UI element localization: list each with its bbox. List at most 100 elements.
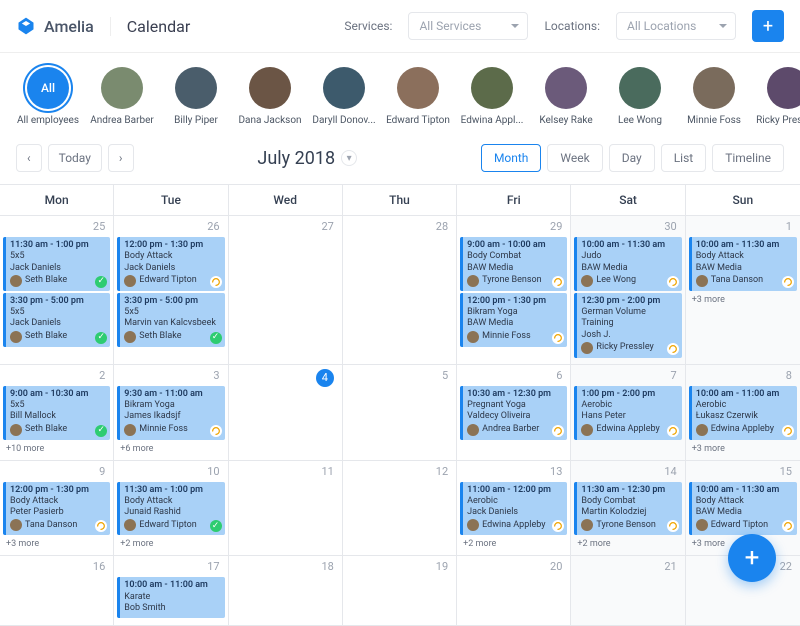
pending-icon [552, 276, 564, 288]
day-number: 5 [345, 367, 454, 386]
day-cell[interactable]: 2511:30 am - 1:00 pm5x5Jack DanielsSeth … [0, 216, 114, 365]
appointment-service: 5x5 [10, 307, 106, 318]
day-cell[interactable]: 110:00 am - 11:30 amBody AttackBAW Media… [686, 216, 800, 365]
more-link[interactable]: +2 more [573, 537, 682, 551]
prev-button[interactable]: ‹ [16, 144, 42, 172]
avatar [124, 275, 136, 287]
check-icon: ✓ [95, 276, 107, 288]
appointment-time: 12:00 pm - 1:30 pm [124, 240, 220, 251]
more-link[interactable]: +2 more [116, 537, 225, 551]
more-link[interactable]: +2 more [459, 537, 568, 551]
day-cell[interactable]: 16 [0, 556, 114, 626]
services-dropdown[interactable]: All Services [408, 12, 528, 40]
today-button[interactable]: Today [48, 144, 102, 172]
appointment[interactable]: 1:00 pm - 2:00 pmAerobicHans PeterEdwina… [574, 386, 681, 440]
appointment[interactable]: 12:00 pm - 1:30 pmBody AttackPeter Pasie… [3, 482, 110, 536]
view-timeline[interactable]: Timeline [712, 144, 784, 172]
appointment[interactable]: 11:00 am - 12:00 pmAerobicJack DanielsEd… [460, 482, 567, 536]
day-cell[interactable]: 1311:00 am - 12:00 pmAerobicJack Daniels… [457, 461, 571, 557]
add-button[interactable]: + [752, 10, 784, 42]
topbar: Amelia Calendar Services: All Services L… [0, 0, 800, 53]
day-cell[interactable]: 4 [229, 365, 343, 461]
day-cell[interactable]: 299:00 am - 10:00 amBody CombatBAW Media… [457, 216, 571, 365]
employee-filter[interactable]: Billy Piper [164, 67, 228, 126]
day-cell[interactable]: 3010:00 am - 11:30 amJudoBAW MediaLee Wo… [571, 216, 685, 365]
appointment[interactable]: 12:30 pm - 2:00 pmGerman Volume Training… [574, 293, 681, 358]
avatar [767, 67, 800, 109]
avatar [124, 519, 136, 531]
pending-icon [782, 520, 794, 532]
employee-filter[interactable]: Ricky Pressley [756, 67, 800, 126]
appointment[interactable]: 10:30 am - 12:30 pmPregnant YogaValdecy … [460, 386, 567, 440]
day-cell[interactable]: 912:00 pm - 1:30 pmBody AttackPeter Pasi… [0, 461, 114, 557]
appointment-time: 10:00 am - 11:30 am [581, 240, 677, 251]
day-cell[interactable]: 29:00 am - 10:30 am5x5Bill MallockSeth B… [0, 365, 114, 461]
view-list[interactable]: List [661, 144, 707, 172]
day-number: 15 [688, 463, 798, 482]
appointment[interactable]: 12:00 pm - 1:30 pmBikram YogaBAW MediaMi… [460, 293, 567, 347]
employee-filter[interactable]: Kelsey Rake [534, 67, 598, 126]
current-period[interactable]: July 2018 ▾ [134, 148, 481, 169]
appointment[interactable]: 9:30 am - 11:00 amBikram YogaJames Ikads… [117, 386, 224, 440]
day-cell[interactable]: 12 [343, 461, 457, 557]
day-cell[interactable]: 11 [229, 461, 343, 557]
employee-filter[interactable]: Edwina Appl... [460, 67, 524, 126]
fab-add-appointment[interactable]: + [728, 534, 776, 582]
more-link[interactable]: +6 more [116, 442, 225, 456]
appointment[interactable]: 10:00 am - 11:00 amKarateBob Smith [117, 577, 224, 618]
day-cell[interactable]: 2612:00 pm - 1:30 pmBody AttackJack Dani… [114, 216, 228, 365]
day-cell[interactable]: 610:30 am - 12:30 pmPregnant YogaValdecy… [457, 365, 571, 461]
appointment-service: 5x5 [10, 400, 106, 411]
employee-filter[interactable]: Daryll Donov... [312, 67, 376, 126]
view-week[interactable]: Week [547, 144, 602, 172]
appointment[interactable]: 10:00 am - 11:00 amAerobicŁukasz Czerwik… [689, 386, 797, 440]
appointment[interactable]: 11:30 am - 12:30 pmBody CombatMartin Kol… [574, 482, 681, 536]
day-cell[interactable]: 1710:00 am - 11:00 amKarateBob Smith [114, 556, 228, 626]
more-link[interactable]: +10 more [2, 442, 111, 456]
employee-filter[interactable]: Minnie Foss [682, 67, 746, 126]
employee-filter[interactable]: AllAll employees [16, 67, 80, 126]
avatar-all: All [27, 67, 69, 109]
brand-logo[interactable]: Amelia [16, 16, 94, 36]
appointment-employee: Seth Blake [139, 331, 181, 342]
more-link[interactable]: +3 more [688, 442, 798, 456]
appointment[interactable]: 9:00 am - 10:00 amBody CombatBAW MediaTy… [460, 237, 567, 291]
day-cell[interactable]: 20 [457, 556, 571, 626]
appointment[interactable]: 3:30 pm - 5:00 pm5x5Jack DanielsSeth Bla… [3, 293, 110, 347]
day-cell[interactable]: 1011:30 am - 1:00 pmBody AttackJunaid Ra… [114, 461, 228, 557]
more-link[interactable]: +3 more [688, 293, 798, 307]
appointment[interactable]: 3:30 pm - 5:00 pm5x5Marvin van Kalcvsbee… [117, 293, 224, 347]
next-button[interactable]: › [108, 144, 134, 172]
appointment[interactable]: 11:30 am - 1:00 pm5x5Jack DanielsSeth Bl… [3, 237, 110, 291]
page-title: Calendar [110, 17, 190, 36]
employee-filter[interactable]: Lee Wong [608, 67, 672, 126]
appointment[interactable]: 10:00 am - 11:30 amBody AttackBAW MediaE… [689, 482, 797, 536]
day-cell[interactable]: 810:00 am - 11:00 amAerobicŁukasz Czerwi… [686, 365, 800, 461]
day-cell[interactable]: 71:00 pm - 2:00 pmAerobicHans PeterEdwin… [571, 365, 685, 461]
day-cell[interactable]: 1411:30 am - 12:30 pmBody CombatMartin K… [571, 461, 685, 557]
view-month[interactable]: Month [481, 144, 541, 172]
day-cell[interactable]: 18 [229, 556, 343, 626]
locations-dropdown[interactable]: All Locations [616, 12, 736, 40]
employee-filter[interactable]: Edward Tipton [386, 67, 450, 126]
employee-filter[interactable]: Dana Jackson [238, 67, 302, 126]
employee-filter[interactable]: Andrea Barber [90, 67, 154, 126]
appointment-time: 3:30 pm - 5:00 pm [10, 296, 106, 307]
more-link[interactable]: +3 more [2, 537, 111, 551]
day-cell[interactable]: 5 [343, 365, 457, 461]
day-cell[interactable]: 19 [343, 556, 457, 626]
amelia-logo-icon [16, 16, 36, 36]
day-number: 12 [345, 463, 454, 482]
appointment[interactable]: 10:00 am - 11:30 amJudoBAW MediaLee Wong [574, 237, 681, 291]
day-cell[interactable]: 28 [343, 216, 457, 365]
appointment-employee: Ricky Pressley [596, 342, 653, 353]
view-day[interactable]: Day [609, 144, 655, 172]
day-cell[interactable]: 27 [229, 216, 343, 365]
day-cell[interactable]: 21 [571, 556, 685, 626]
appointment[interactable]: 12:00 pm - 1:30 pmBody AttackJack Daniel… [117, 237, 224, 291]
appointment[interactable]: 10:00 am - 11:30 amBody AttackBAW MediaT… [689, 237, 797, 291]
appointment[interactable]: 11:30 am - 1:00 pmBody AttackJunaid Rash… [117, 482, 224, 536]
appointment-employee-row: Edward Tipton [124, 519, 220, 531]
appointment[interactable]: 9:00 am - 10:30 am5x5Bill MallockSeth Bl… [3, 386, 110, 440]
day-cell[interactable]: 39:30 am - 11:00 amBikram YogaJames Ikad… [114, 365, 228, 461]
